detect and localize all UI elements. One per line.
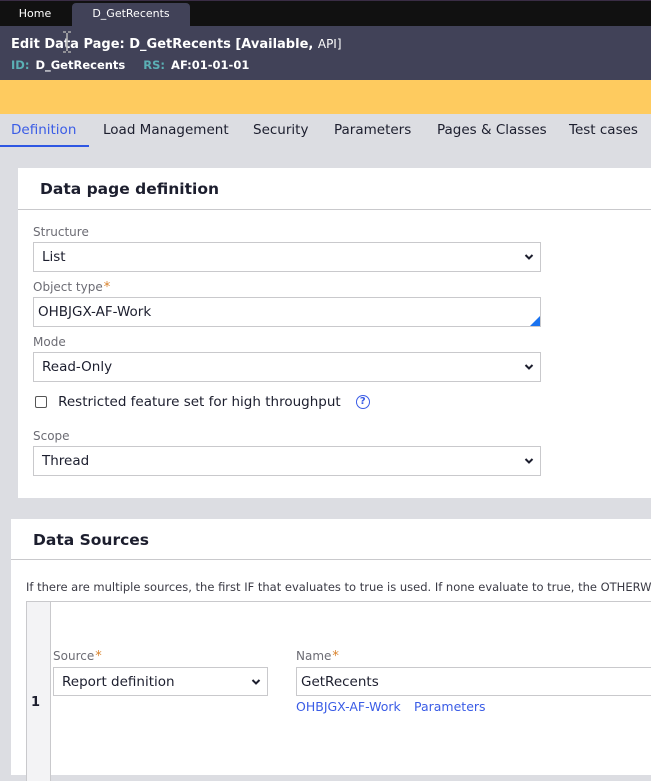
- source-select[interactable]: Report definition: [53, 667, 268, 696]
- restricted-feature-label: Restricted feature set for high throughp…: [58, 393, 341, 410]
- parameters-link[interactable]: Parameters: [414, 699, 486, 714]
- structure-value: List: [42, 249, 66, 265]
- scope-label: Scope: [33, 429, 70, 443]
- chevron-down-icon: [524, 254, 534, 260]
- name-value: GetRecents: [301, 674, 379, 690]
- restricted-feature-row: Restricted feature set for high throughp…: [35, 391, 370, 410]
- definition-panel: Data page definition Structure List Obje…: [18, 168, 651, 498]
- chevron-down-icon: [524, 364, 534, 370]
- rule-tabs: Definition Load Management Security Para…: [0, 114, 651, 148]
- name-label: Name*: [296, 649, 339, 664]
- page-title: Edit Data Page: D_GetRecents [Available,…: [11, 37, 342, 52]
- required-icon: *: [332, 649, 339, 664]
- status-banner: [0, 80, 651, 114]
- tab-definition[interactable]: Definition: [11, 122, 76, 138]
- tab-security[interactable]: Security: [253, 122, 308, 138]
- tab-parameters[interactable]: Parameters: [334, 122, 411, 138]
- mode-value: Read-Only: [42, 359, 113, 375]
- scope-value: Thread: [42, 453, 90, 469]
- rs-label: RS:: [143, 58, 166, 72]
- object-type-label: Object type*: [33, 280, 110, 295]
- rule-header: Edit Data Page: D_GetRecents [Available,…: [0, 26, 651, 80]
- row-number: 1: [31, 695, 41, 710]
- scope-select[interactable]: Thread: [33, 446, 541, 476]
- name-input[interactable]: GetRecents: [296, 667, 651, 696]
- chevron-down-icon: [251, 679, 261, 685]
- divider: [11, 559, 651, 560]
- title-text: Edit Data Page: D_GetRecents [Available,: [11, 37, 314, 52]
- data-sources-panel: Data Sources If there are multiple sourc…: [11, 519, 651, 781]
- data-sources-title: Data Sources: [33, 531, 150, 549]
- mode-label: Mode: [33, 335, 66, 349]
- source-value: Report definition: [62, 674, 175, 690]
- object-type-value: OHBJGX-AF-Work: [38, 304, 152, 320]
- id-label: ID:: [11, 58, 30, 72]
- class-link[interactable]: OHBJGX-AF-Work: [296, 699, 401, 714]
- required-icon: *: [95, 649, 102, 664]
- window-tab-d-getrecents[interactable]: D_GetRecents: [72, 3, 190, 27]
- data-sources-info: If there are multiple sources, the first…: [26, 580, 651, 594]
- id-value: D_GetRecents: [35, 58, 126, 72]
- text-cursor-icon: [63, 31, 71, 53]
- definition-title: Data page definition: [40, 180, 219, 198]
- tab-test-cases[interactable]: Test cases: [569, 122, 638, 138]
- source-label: Source*: [53, 649, 102, 664]
- window-tab-strip: Home D_GetRecents: [0, 0, 651, 27]
- divider: [18, 209, 651, 210]
- structure-select[interactable]: List: [33, 242, 541, 272]
- name-label-text: Name: [296, 649, 332, 663]
- object-type-input[interactable]: OHBJGX-AF-Work: [33, 297, 541, 327]
- rule-meta: ID: D_GetRecents RS: AF:01-01-01: [11, 58, 263, 72]
- chevron-down-icon: [524, 458, 534, 464]
- source-label-text: Source: [53, 649, 95, 663]
- autocomplete-corner-icon: [530, 316, 540, 326]
- active-tab-indicator: [0, 145, 89, 147]
- tab-load-management[interactable]: Load Management: [103, 122, 229, 138]
- rs-value: AF:01-01-01: [171, 58, 250, 72]
- required-icon: *: [103, 280, 111, 295]
- object-type-label-text: Object type: [33, 280, 103, 294]
- help-icon[interactable]: ?: [355, 394, 370, 409]
- mode-select[interactable]: Read-Only: [33, 352, 541, 382]
- title-api: API]: [317, 37, 342, 51]
- structure-label: Structure: [33, 225, 89, 239]
- restricted-feature-checkbox[interactable]: [35, 395, 47, 408]
- source-row: 1 Source* Report definition Name* GetRec…: [26, 601, 651, 781]
- row-gutter: 1: [27, 602, 51, 781]
- window-tab-home[interactable]: Home: [0, 3, 70, 27]
- tab-pages-classes[interactable]: Pages & Classes: [437, 122, 547, 138]
